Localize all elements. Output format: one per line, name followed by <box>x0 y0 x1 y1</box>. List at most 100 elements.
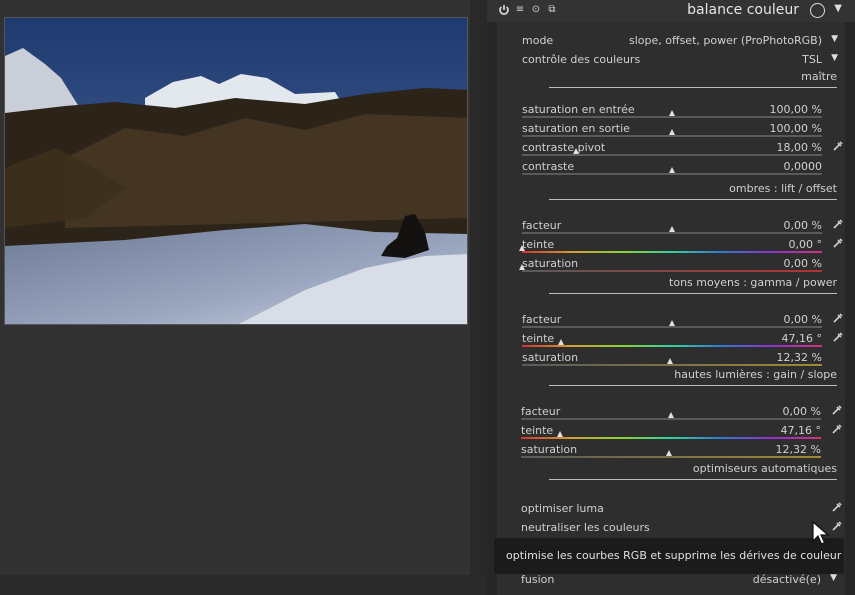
slider-knob[interactable] <box>669 110 675 116</box>
chevron-down-icon[interactable]: ▼ <box>834 3 842 14</box>
slider-label: contraste pivot <box>522 141 606 154</box>
blend-value: désactivé(e) <box>752 573 821 586</box>
color-picker-icon[interactable] <box>832 331 844 343</box>
slider-label: facteur <box>522 313 562 326</box>
slider-knob[interactable] <box>669 320 675 326</box>
shadows-factor-slider[interactable]: facteur 0,00 % <box>522 216 843 235</box>
slider-track[interactable] <box>522 251 822 253</box>
slider-label: teinte <box>522 238 555 251</box>
slider-track[interactable] <box>521 437 821 439</box>
slider-knob[interactable] <box>573 148 579 154</box>
slider-knob[interactable] <box>668 412 674 418</box>
presets-icon[interactable] <box>810 3 825 18</box>
shadows-saturation-slider[interactable]: saturation 0,00 % <box>519 254 822 273</box>
slider-label: saturation en sortie <box>522 122 630 135</box>
optimize-luma-label: optimiser luma <box>521 502 604 515</box>
slider-knob[interactable] <box>519 264 525 270</box>
section-auto-label: optimiseurs automatiques <box>692 462 837 475</box>
slider-track[interactable] <box>521 418 821 420</box>
slider-knob[interactable] <box>669 129 675 135</box>
slider-label: saturation <box>521 443 578 456</box>
neutralize-colors-label: neutraliser les couleurs <box>521 521 650 534</box>
slider-track[interactable] <box>522 232 822 234</box>
section-highlights: hautes lumières : gain / slope <box>549 366 837 386</box>
slider-value: 47,16 ° <box>781 332 823 345</box>
slider-value: 18,00 % <box>776 141 822 154</box>
module-body: mode slope, offset, power (ProPhotoRGB) … <box>497 22 845 595</box>
mode-combo[interactable]: mode slope, offset, power (ProPhotoRGB) … <box>522 31 838 50</box>
right-panel: ≡ ⊙ ⧉ balance couleur ▼ mode slope, offs… <box>487 0 855 595</box>
slider-value: 0,00 % <box>783 257 822 270</box>
section-shadows-label: ombres : lift / offset <box>729 182 837 195</box>
slider-value: 0,00 ° <box>788 238 823 251</box>
slider-track[interactable] <box>522 116 822 118</box>
section-auto: optimiseurs automatiques <box>549 460 837 480</box>
copy-icon[interactable]: ⧉ <box>546 4 558 16</box>
shadows-hue-slider[interactable]: teinte 0,00 ° <box>519 235 843 254</box>
section-shadows: ombres : lift / offset <box>549 180 837 200</box>
slider-label: teinte <box>522 332 555 345</box>
slider-value: 47,16 ° <box>780 424 822 437</box>
color-control-label: contrôle des couleurs <box>522 53 641 66</box>
slider-track[interactable] <box>521 456 821 458</box>
output-saturation-slider[interactable]: saturation en sortie 100,00 % <box>522 119 822 138</box>
slider-knob[interactable] <box>665 450 672 456</box>
section-highlights-label: hautes lumières : gain / slope <box>674 368 837 381</box>
color-picker-icon[interactable] <box>832 218 844 230</box>
photo-preview[interactable] <box>4 17 468 325</box>
slider-label: teinte <box>521 424 554 437</box>
slider-knob[interactable] <box>669 226 675 232</box>
mode-value: slope, offset, power (ProPhotoRGB) <box>629 34 822 47</box>
slider-knob[interactable] <box>558 339 565 345</box>
color-picker-icon[interactable] <box>832 140 844 152</box>
slider-track[interactable] <box>522 345 822 347</box>
highlights-hue-slider[interactable]: teinte 47,16 ° <box>521 421 842 440</box>
color-picker-icon[interactable] <box>831 520 843 532</box>
midtones-hue-slider[interactable]: teinte 47,16 ° <box>522 329 843 348</box>
power-icon[interactable] <box>498 4 510 16</box>
highlights-factor-slider[interactable]: facteur 0,00 % <box>521 402 842 421</box>
menu-icon[interactable]: ≡ <box>514 4 526 16</box>
blend-label: fusion <box>521 573 555 586</box>
input-saturation-slider[interactable]: saturation en entrée 100,00 % <box>522 100 822 119</box>
mode-label: mode <box>522 34 554 47</box>
slider-track[interactable] <box>522 173 822 175</box>
slider-knob[interactable] <box>666 358 673 364</box>
bottom-bar <box>0 575 487 595</box>
color-picker-icon[interactable] <box>831 501 843 513</box>
midtones-factor-slider[interactable]: facteur 0,00 % <box>522 310 843 329</box>
color-control-combo[interactable]: contrôle des couleurs TSL ▼ <box>522 50 838 69</box>
slider-knob[interactable] <box>557 431 564 437</box>
slider-track[interactable] <box>522 154 822 156</box>
highlights-saturation-slider[interactable]: saturation 12,32 % <box>521 440 821 459</box>
slider-label: saturation en entrée <box>522 103 635 116</box>
contrast-pivot-slider[interactable]: contraste pivot 18,00 % <box>522 138 843 157</box>
color-picker-icon[interactable] <box>831 404 843 416</box>
chevron-down-icon: ▼ <box>831 34 838 44</box>
color-picker-icon[interactable] <box>832 237 844 249</box>
slider-value: 12,32 % <box>776 351 822 364</box>
neutralize-colors-button[interactable]: neutraliser les couleurs <box>521 518 842 537</box>
section-midtones-label: tons moyens : gamma / power <box>669 276 837 289</box>
color-picker-icon[interactable] <box>832 312 844 324</box>
center-view <box>0 0 487 595</box>
slider-track[interactable] <box>522 326 822 328</box>
slider-label: facteur <box>521 405 561 418</box>
slider-knob[interactable] <box>519 245 525 251</box>
slider-label: saturation <box>522 257 579 270</box>
module-header[interactable]: ≡ ⊙ ⧉ balance couleur ▼ <box>487 0 855 22</box>
color-picker-icon[interactable] <box>831 423 843 435</box>
reset-icon[interactable]: ⊙ <box>530 4 542 16</box>
slider-track[interactable] <box>522 270 822 272</box>
midtones-saturation-slider[interactable]: saturation 12,32 % <box>522 348 822 367</box>
optimize-luma-button[interactable]: optimiser luma <box>521 499 842 518</box>
slider-track[interactable] <box>522 135 822 137</box>
contrast-slider[interactable]: contraste 0,0000 <box>522 157 822 176</box>
slider-value: 0,00 % <box>783 313 822 326</box>
section-midtones: tons moyens : gamma / power <box>549 274 837 294</box>
panel-divider[interactable] <box>470 0 487 575</box>
slider-value: 0,00 % <box>782 405 821 418</box>
slider-value: 100,00 % <box>769 103 822 116</box>
tooltip-text: optimise les courbes RGB et supprime les… <box>506 549 842 562</box>
slider-knob[interactable] <box>669 167 675 173</box>
